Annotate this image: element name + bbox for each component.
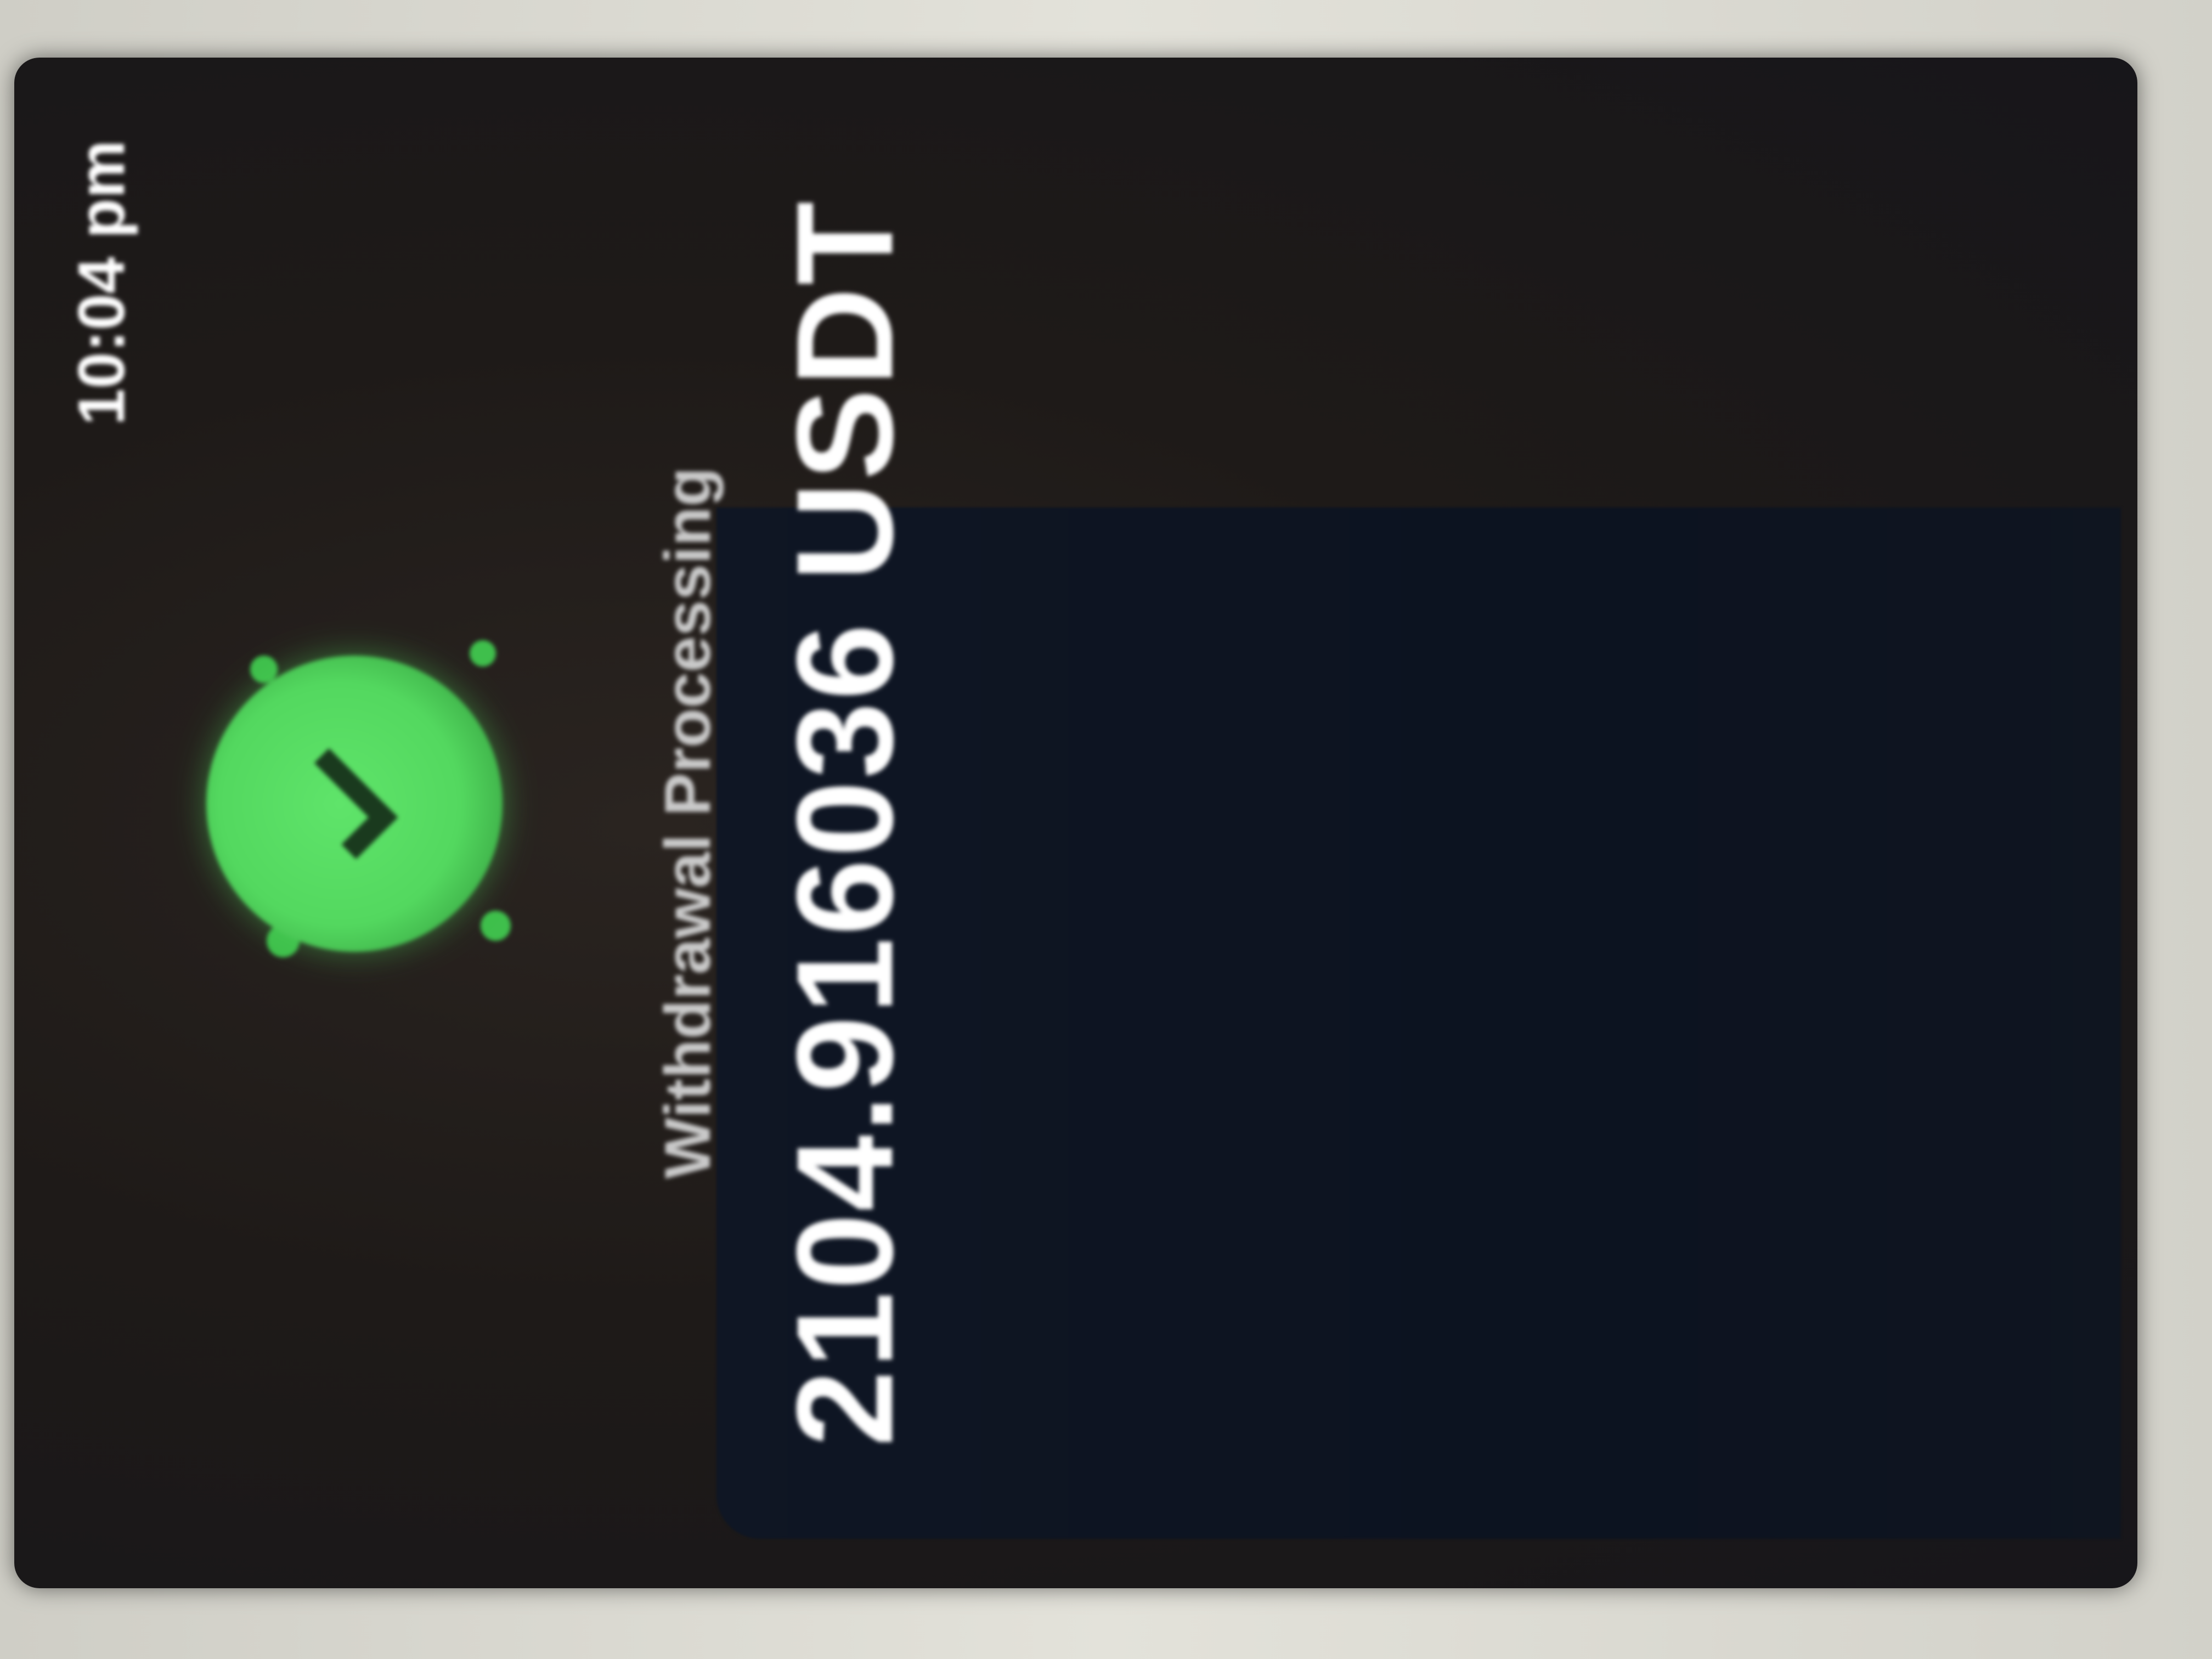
sparkle-dot (481, 911, 511, 941)
checkmark-icon (287, 748, 398, 860)
success-icon-group (184, 634, 524, 974)
status-bar-time: 10:04 pm (65, 140, 138, 426)
check-circle-icon (206, 656, 503, 952)
photo-background: 10:04 pm Withdrawal Processing 2104.9160… (0, 0, 2212, 1659)
screen-content: 10:04 pm Withdrawal Processing 2104.9160… (14, 58, 2137, 1588)
withdrawal-status-text: Withdrawal Processing (652, 467, 724, 1179)
sparkle-dot (470, 640, 496, 667)
withdrawal-amount: 2104.916036 USDT (768, 199, 921, 1447)
phone-screen: 10:04 pm Withdrawal Processing 2104.9160… (14, 58, 2137, 1588)
